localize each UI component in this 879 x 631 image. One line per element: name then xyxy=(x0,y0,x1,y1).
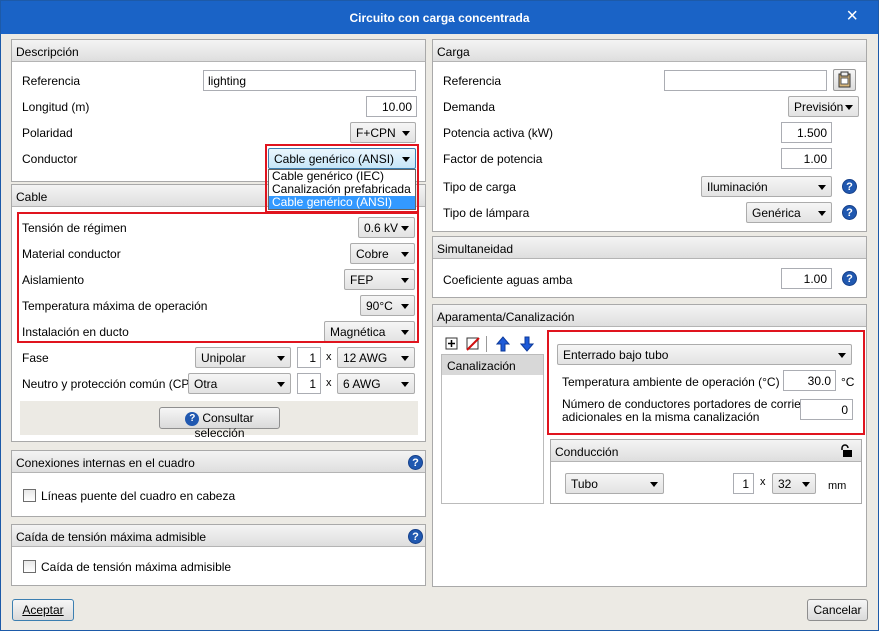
canalizacion-list: Canalización xyxy=(441,354,544,504)
conductor-label: Conductor xyxy=(22,152,78,166)
descripcion-header: Descripción xyxy=(12,40,425,62)
neutro-label: Neutro y protección común (CPN) xyxy=(22,377,203,391)
consultar-label: Consultar selección xyxy=(194,411,254,440)
polaridad-label: Polaridad xyxy=(22,126,73,140)
longitud-label: Longitud (m) xyxy=(22,100,90,114)
help-icon[interactable]: ? xyxy=(408,529,423,544)
arrow-down-icon[interactable] xyxy=(519,336,535,352)
conduccion-count-input[interactable]: 1 xyxy=(733,473,754,494)
conduccion-header: Conducción xyxy=(551,440,861,462)
consultar-button[interactable]: ? Consultar selección xyxy=(159,407,280,440)
lineas-puente-label: Líneas puente del cuadro en cabeza xyxy=(41,489,236,503)
cancelar-label: Cancelar xyxy=(813,603,862,617)
cable-highlight xyxy=(17,212,419,343)
help-icon[interactable]: ? xyxy=(408,455,423,470)
tipo-carga-label: Tipo de carga xyxy=(443,180,516,194)
coeficiente-input[interactable]: 1.00 xyxy=(781,268,832,289)
conduccion-type-select[interactable]: Tubo xyxy=(565,473,664,494)
neutro-size-select[interactable]: 6 AWG xyxy=(337,373,415,394)
help-icon[interactable]: ? xyxy=(842,205,857,220)
aparamenta-header: Aparamenta/Canalización xyxy=(433,305,866,327)
conductor-select[interactable]: Cable genérico (ANSI) xyxy=(268,148,416,169)
conduccion-size-select[interactable]: 32 xyxy=(772,473,816,494)
neutro-type-select[interactable]: Otra xyxy=(188,373,291,394)
neutro-times-label: x xyxy=(326,377,332,389)
help-icon[interactable]: ? xyxy=(842,179,857,194)
conduccion-panel: Conducción Tubo 1 x 32 mm xyxy=(550,439,862,504)
lock-icon[interactable] xyxy=(839,444,853,458)
fase-times-label: x xyxy=(326,351,332,363)
simultaneidad-panel: Simultaneidad Coeficiente aguas amba 1.0… xyxy=(432,236,867,298)
carga-header: Carga xyxy=(433,40,866,62)
demanda-label: Demanda xyxy=(443,100,496,114)
longitud-input[interactable]: 10.00 xyxy=(366,96,417,117)
simultaneidad-header: Simultaneidad xyxy=(433,237,866,259)
caida-checkbox-label: Caída de tensión máxima admisible xyxy=(41,560,232,574)
close-icon[interactable]: × xyxy=(846,6,858,26)
conduccion-times-label: x xyxy=(760,476,766,488)
cancelar-button[interactable]: Cancelar xyxy=(807,599,868,621)
arrow-up-icon[interactable] xyxy=(495,336,511,352)
potencia-label: Potencia activa (kW) xyxy=(443,126,554,140)
caida-checkbox[interactable] xyxy=(23,560,36,573)
toolbar-divider xyxy=(486,336,487,352)
tipo-carga-select[interactable]: Iluminación xyxy=(701,176,832,197)
caida-panel: Caída de tensión máxima admisible ? Caíd… xyxy=(11,524,426,586)
conductor-option-ansi[interactable]: Cable genérico (ANSI) xyxy=(269,196,415,209)
coeficiente-label: Coeficiente aguas amba xyxy=(443,273,573,287)
tipo-lampara-label: Tipo de lámpara xyxy=(443,206,530,220)
help-icon[interactable]: ? xyxy=(842,271,857,286)
factor-input[interactable]: 1.00 xyxy=(781,148,832,169)
demanda-select[interactable]: Previsión xyxy=(788,96,859,117)
title-bar: Circuito con carga concentrada × xyxy=(1,1,878,34)
conexiones-header: Conexiones internas en el cuadro xyxy=(12,451,425,473)
potencia-input[interactable]: 1.500 xyxy=(781,122,832,143)
fase-count-input[interactable]: 1 xyxy=(297,347,321,368)
fase-type-select[interactable]: Unipolar xyxy=(195,347,291,368)
aceptar-label: Aceptar xyxy=(22,603,64,617)
window-title: Circuito con carga concentrada xyxy=(349,11,530,25)
factor-label: Factor de potencia xyxy=(443,152,543,166)
conduccion-unit-label: mm xyxy=(828,480,847,492)
delete-icon[interactable] xyxy=(466,337,480,351)
list-item[interactable]: Canalización xyxy=(442,355,543,375)
lineas-puente-checkbox[interactable] xyxy=(23,489,36,502)
tipo-lampara-select[interactable]: Genérica xyxy=(746,202,832,223)
carga-referencia-input[interactable] xyxy=(664,70,827,91)
help-icon: ? xyxy=(185,411,200,426)
clipboard-icon[interactable] xyxy=(833,69,856,91)
aceptar-button[interactable]: Aceptar xyxy=(12,599,74,621)
add-icon[interactable] xyxy=(445,337,459,351)
fase-label: Fase xyxy=(22,351,49,365)
referencia-label: Referencia xyxy=(22,74,81,88)
polaridad-select[interactable]: F+CPN xyxy=(350,122,416,143)
referencia-input[interactable]: lighting xyxy=(203,70,416,91)
canalizacion-highlight xyxy=(547,330,865,435)
neutro-count-input[interactable]: 1 xyxy=(297,373,321,394)
dialog-window: Circuito con carga concentrada × Descrip… xyxy=(0,0,879,631)
conductor-dropdown-list: Cable genérico (IEC) Canalización prefab… xyxy=(268,169,416,210)
fase-size-select[interactable]: 12 AWG xyxy=(337,347,415,368)
caida-header: Caída de tensión máxima admisible xyxy=(12,525,425,547)
carga-panel: Carga Referencia Demanda Previsión Poten… xyxy=(432,39,867,232)
carga-referencia-label: Referencia xyxy=(443,74,502,88)
conexiones-panel: Conexiones internas en el cuadro ? Línea… xyxy=(11,450,426,517)
